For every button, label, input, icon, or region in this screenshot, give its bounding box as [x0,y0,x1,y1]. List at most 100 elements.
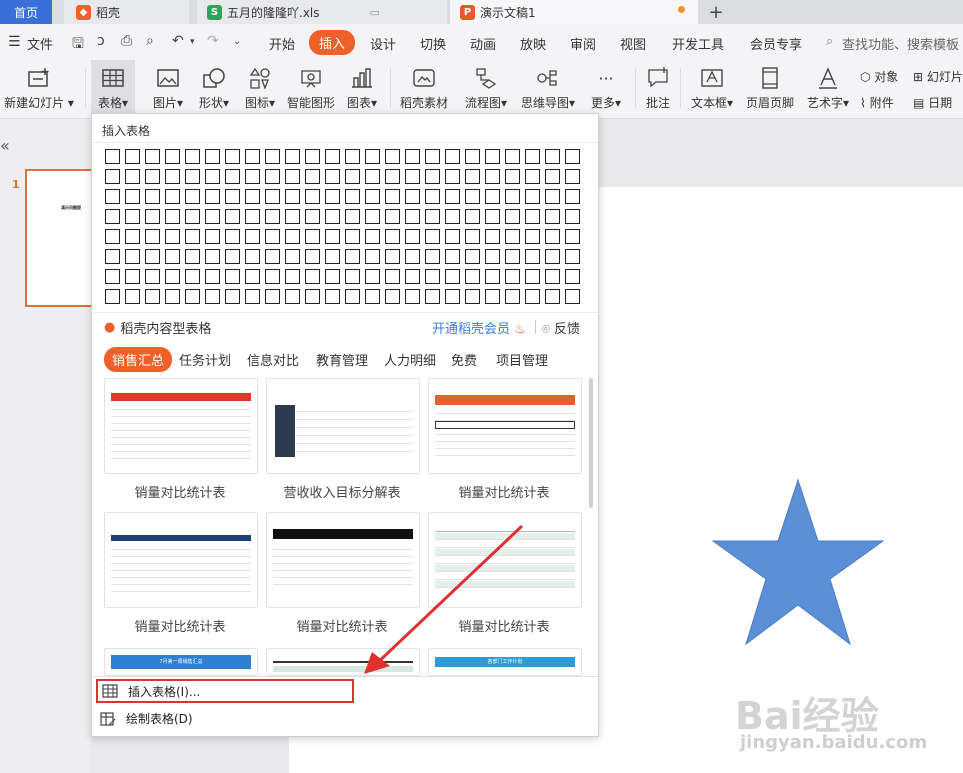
grid-cell[interactable] [305,249,320,264]
grid-cell[interactable] [505,249,520,264]
grid-cell[interactable] [205,189,220,204]
grid-cell[interactable] [345,189,360,204]
grid-cell[interactable] [245,289,260,304]
grid-cell[interactable] [145,209,160,224]
grid-cell[interactable] [225,249,240,264]
table-size-grid[interactable] [105,149,585,309]
grid-cell[interactable] [145,249,160,264]
template-card[interactable] [104,378,258,474]
grid-cell[interactable] [385,209,400,224]
grid-cell[interactable] [185,149,200,164]
grid-cell[interactable] [265,269,280,284]
grid-cell[interactable] [385,189,400,204]
grid-cell[interactable] [325,229,340,244]
grid-cell[interactable] [145,289,160,304]
grid-cell[interactable] [385,269,400,284]
grid-cell[interactable] [145,169,160,184]
grid-cell[interactable] [365,149,380,164]
grid-cell[interactable] [225,189,240,204]
menu-file[interactable]: 文件 [27,34,53,53]
smart-graphic-button[interactable]: 智能图形 [285,60,337,118]
grid-cell[interactable] [345,249,360,264]
grid-cell[interactable] [285,169,300,184]
print-preview-icon[interactable]: ⌕ [146,33,154,49]
grid-cell[interactable] [105,169,120,184]
star-shape[interactable] [712,478,884,650]
grid-cell[interactable] [125,209,140,224]
grid-cell[interactable] [225,149,240,164]
grid-cell[interactable] [365,209,380,224]
grid-cell[interactable] [365,289,380,304]
grid-cell[interactable] [185,249,200,264]
category-tab-education[interactable]: 教育管理 [316,350,368,369]
grid-cell[interactable] [105,269,120,284]
daoke-material-button[interactable]: 稻壳素材 [398,60,450,118]
grid-cell[interactable] [505,189,520,204]
grid-cell[interactable] [305,269,320,284]
tab-presentation[interactable]: P 演示文稿1 [450,0,698,24]
grid-cell[interactable] [465,229,480,244]
grid-cell[interactable] [485,289,500,304]
grid-cell[interactable] [385,249,400,264]
category-tab-project[interactable]: 项目管理 [496,350,548,369]
grid-cell[interactable] [385,229,400,244]
grid-cell[interactable] [405,249,420,264]
grid-cell[interactable] [265,209,280,224]
grid-cell[interactable] [405,169,420,184]
grid-cell[interactable] [265,189,280,204]
grid-cell[interactable] [525,269,540,284]
grid-cell[interactable] [405,189,420,204]
grid-cell[interactable] [505,169,520,184]
grid-cell[interactable] [405,289,420,304]
save-icon[interactable]: 🖫 [72,33,84,57]
grid-cell[interactable] [465,209,480,224]
grid-cell[interactable] [525,169,540,184]
grid-cell[interactable] [525,229,540,244]
grid-cell[interactable] [165,289,180,304]
grid-cell[interactable] [385,169,400,184]
wordart-button[interactable]: 艺术字▾ [802,60,854,118]
attachment-button[interactable]: ⌇ 附件 [860,94,894,111]
grid-cell[interactable] [305,189,320,204]
chart-button[interactable]: 图表▾ [342,60,382,118]
grid-cell[interactable] [445,229,460,244]
grid-cell[interactable] [325,149,340,164]
star-polygon[interactable] [712,478,884,646]
comment-button[interactable]: 批注 [640,60,676,118]
grid-cell[interactable] [245,249,260,264]
menu-developer[interactable]: 开发工具 [672,34,724,53]
grid-cell[interactable] [545,149,560,164]
grid-cell[interactable] [325,169,340,184]
grid-cell[interactable] [305,169,320,184]
grid-cell[interactable] [465,289,480,304]
grid-cell[interactable] [225,289,240,304]
grid-cell[interactable] [345,269,360,284]
grid-cell[interactable] [545,169,560,184]
grid-cell[interactable] [405,149,420,164]
grid-cell[interactable] [245,209,260,224]
grid-cell[interactable] [105,229,120,244]
grid-cell[interactable] [325,189,340,204]
grid-cell[interactable] [165,269,180,284]
tab-daoke[interactable]: ◆ 稻壳 [64,0,189,24]
grid-cell[interactable] [305,149,320,164]
grid-cell[interactable] [345,209,360,224]
grid-cell[interactable] [565,189,580,204]
insert-table-action[interactable]: 插入表格(I)... [96,679,354,703]
grid-cell[interactable] [265,289,280,304]
grid-cell[interactable] [545,249,560,264]
grid-cell[interactable] [325,209,340,224]
grid-cell[interactable] [365,269,380,284]
grid-cell[interactable] [525,149,540,164]
grid-cell[interactable] [205,269,220,284]
new-slide-button[interactable]: 新建幻灯片 ▾ [4,60,74,118]
picture-button[interactable]: 图片▾ [146,60,190,118]
template-card[interactable] [104,512,258,608]
grid-cell[interactable] [405,209,420,224]
grid-cell[interactable] [225,169,240,184]
menu-view[interactable]: 视图 [620,34,646,53]
grid-cell[interactable] [485,229,500,244]
grid-cell[interactable] [345,229,360,244]
grid-cell[interactable] [205,249,220,264]
grid-cell[interactable] [345,149,360,164]
